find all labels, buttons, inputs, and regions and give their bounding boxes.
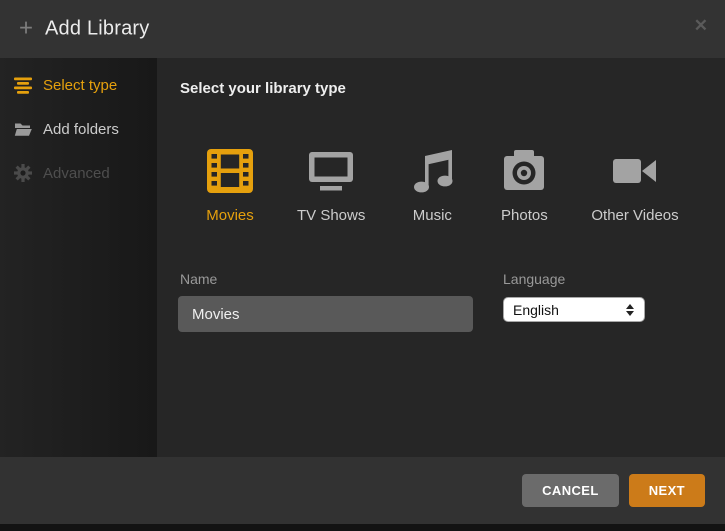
cancel-button[interactable]: CANCEL bbox=[522, 474, 619, 507]
name-input[interactable] bbox=[178, 296, 473, 332]
plus-icon: + bbox=[19, 17, 33, 41]
page-background-strip bbox=[0, 524, 725, 531]
library-type-movies[interactable]: Movies bbox=[205, 146, 255, 224]
video-camera-icon bbox=[610, 146, 660, 196]
music-note-icon bbox=[407, 146, 457, 196]
library-type-heading: Select your library type bbox=[180, 80, 346, 97]
sidebar-item-select-type[interactable]: Select type bbox=[0, 73, 157, 97]
library-type-label: Movies bbox=[206, 207, 254, 224]
tv-icon bbox=[306, 146, 356, 196]
sidebar-item-label: Add folders bbox=[43, 121, 119, 138]
dialog-footer: CANCEL NEXT bbox=[0, 457, 725, 524]
folder-icon bbox=[14, 122, 32, 137]
language-select[interactable]: English bbox=[503, 297, 645, 322]
select-stepper-icon bbox=[626, 304, 634, 316]
sidebar-item-label: Advanced bbox=[43, 165, 110, 182]
list-lines-icon bbox=[14, 77, 32, 94]
library-type-tv-shows[interactable]: TV Shows bbox=[297, 146, 365, 224]
gear-icon bbox=[14, 164, 32, 182]
library-type-label: Photos bbox=[501, 207, 548, 224]
library-type-label: Music bbox=[413, 207, 452, 224]
library-type-label: Other Videos bbox=[591, 207, 678, 224]
library-type-options: Movies TV Shows bbox=[205, 146, 679, 224]
library-type-photos[interactable]: Photos bbox=[499, 146, 549, 224]
next-button[interactable]: NEXT bbox=[629, 474, 705, 507]
library-type-other-videos[interactable]: Other Videos bbox=[591, 146, 678, 224]
library-type-music[interactable]: Music bbox=[407, 146, 457, 224]
camera-icon bbox=[499, 146, 549, 196]
add-library-dialog: + Add Library ✕ Select type bbox=[0, 0, 725, 531]
steps-sidebar: Select type Add folders bbox=[0, 58, 157, 457]
language-selected-value: English bbox=[513, 302, 626, 318]
library-type-label: TV Shows bbox=[297, 207, 365, 224]
film-icon bbox=[205, 146, 255, 196]
name-field-label: Name bbox=[180, 271, 217, 287]
language-field-label: Language bbox=[503, 271, 565, 287]
close-icon[interactable]: ✕ bbox=[694, 17, 708, 34]
sidebar-item-advanced: Advanced bbox=[0, 161, 157, 185]
dialog-title: Add Library bbox=[45, 18, 149, 41]
sidebar-item-label: Select type bbox=[43, 77, 117, 94]
sidebar-item-add-folders[interactable]: Add folders bbox=[0, 117, 157, 141]
dialog-header: + Add Library ✕ bbox=[0, 0, 725, 58]
